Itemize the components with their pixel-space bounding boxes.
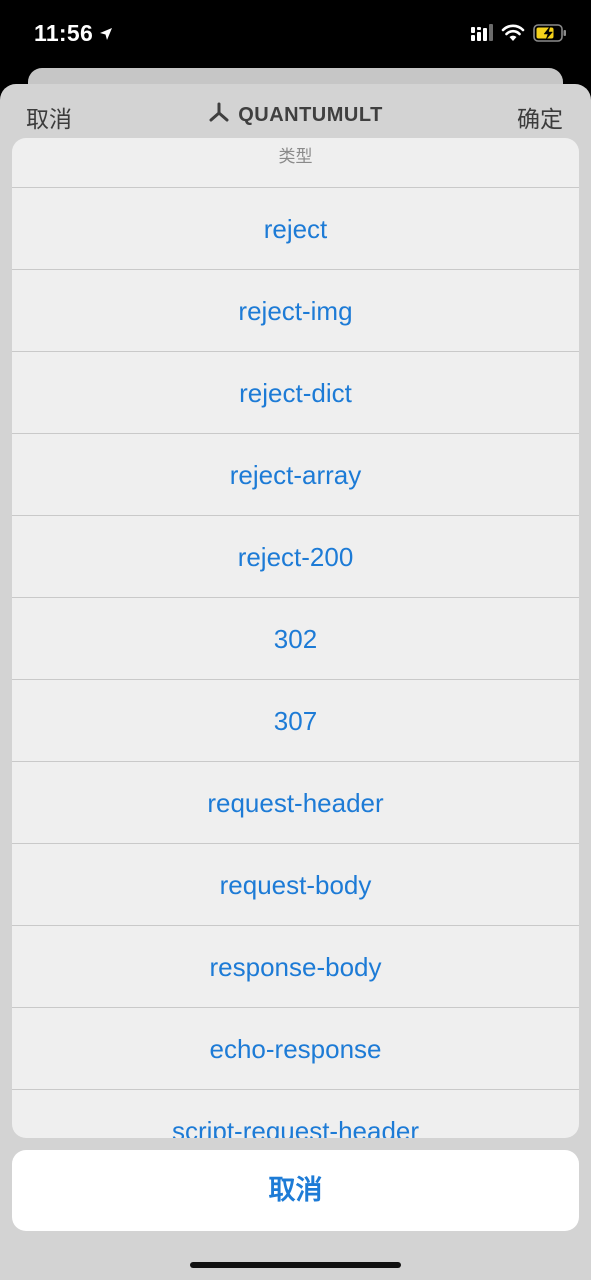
wifi-icon (501, 24, 525, 47)
action-item-echo-response[interactable]: echo-response (12, 1008, 579, 1090)
app-title: QUANTUMULT (238, 103, 383, 126)
nav-confirm-button[interactable]: 确定 (517, 100, 563, 134)
status-time: 11:56 (34, 20, 94, 46)
nav-title: QUANTUMULT (0, 102, 591, 128)
action-sheet-cancel-button[interactable]: 取消 (12, 1150, 579, 1231)
action-item-302[interactable]: 302 (12, 598, 579, 680)
status-icons (471, 24, 567, 47)
action-sheet-title: 类型 (12, 138, 579, 188)
action-item-reject-dict[interactable]: reject-dict (12, 352, 579, 434)
nav-bar: 取消 QUANTUMULT 确定 (0, 84, 591, 142)
action-item-request-header[interactable]: request-header (12, 762, 579, 844)
quantumult-logo-icon (208, 102, 230, 128)
home-indicator[interactable] (190, 1262, 401, 1268)
action-item-307[interactable]: 307 (12, 680, 579, 762)
status-bar: 11:56 (0, 0, 591, 70)
action-item-script-request-header[interactable]: script-request-header (12, 1090, 579, 1138)
location-arrow-icon (99, 20, 113, 47)
action-item-request-body[interactable]: request-body (12, 844, 579, 926)
action-item-reject-img[interactable]: reject-img (12, 270, 579, 352)
cellular-signal-icon (471, 24, 493, 47)
action-item-reject-200[interactable]: reject-200 (12, 516, 579, 598)
status-time-group: 11:56 (34, 20, 113, 47)
battery-charging-icon (533, 24, 567, 47)
screen: 11:56 取消 QUANTUMULT 确定 类型 reject reject-… (0, 0, 591, 1280)
action-item-response-body[interactable]: response-body (12, 926, 579, 1008)
action-sheet-group: 类型 reject reject-img reject-dict reject-… (12, 138, 579, 1138)
action-item-reject-array[interactable]: reject-array (12, 434, 579, 516)
action-item-reject[interactable]: reject (12, 188, 579, 270)
